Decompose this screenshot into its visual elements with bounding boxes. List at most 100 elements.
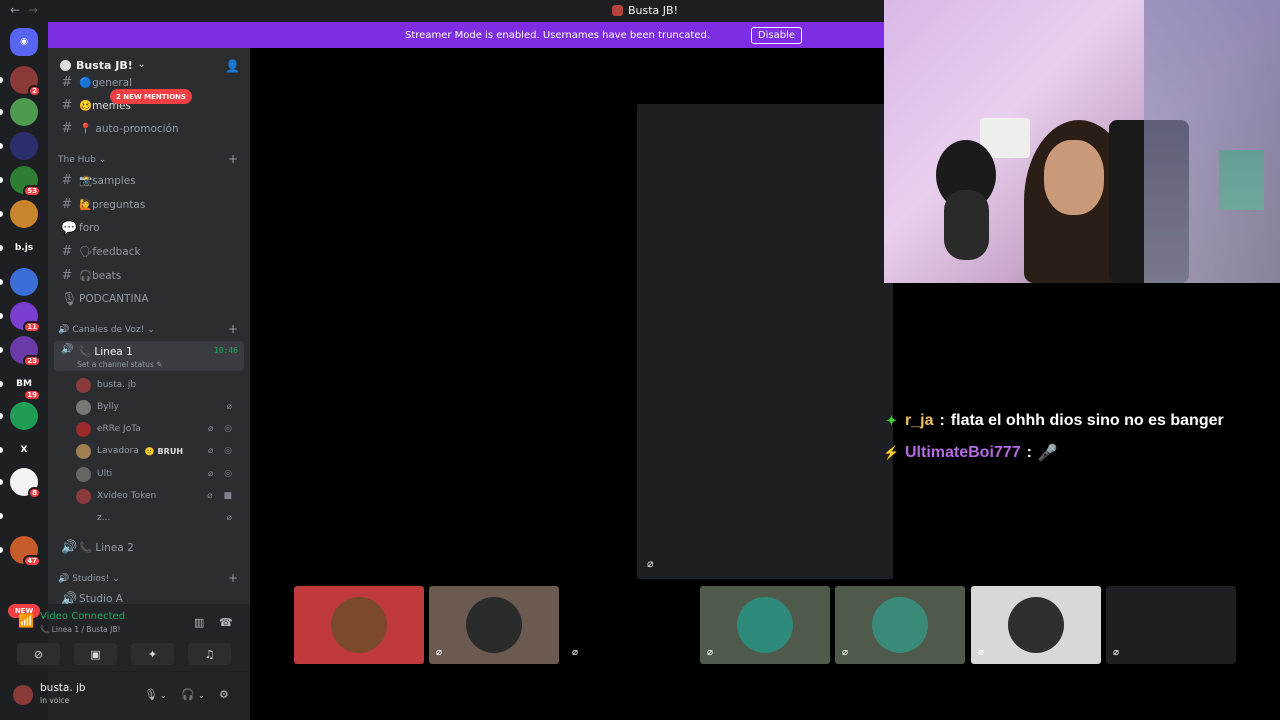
- create-channel-icon[interactable]: +: [228, 322, 238, 336]
- participant-tile[interactable]: ⌀: [971, 586, 1101, 664]
- category-the-hub[interactable]: The Hub ⌄: [58, 155, 106, 165]
- channel-emoji: 🗣: [79, 245, 93, 258]
- unread-pill: [0, 381, 3, 387]
- voice-user[interactable]: z... ⌀: [76, 508, 244, 528]
- channel-preguntas[interactable]: # 🙋preguntas: [56, 193, 244, 215]
- channel-name: beats: [92, 269, 122, 282]
- server-badge-icon: [60, 59, 71, 71]
- chevron-down-icon[interactable]: ⌄: [198, 691, 205, 700]
- call-timer: 10:46: [213, 346, 238, 355]
- discord-home-icon[interactable]: ◉: [10, 28, 38, 56]
- muted-mic-icon: ⌀: [572, 647, 579, 658]
- server-icon[interactable]: 11: [10, 302, 41, 333]
- create-channel-icon[interactable]: +: [228, 571, 238, 585]
- forward-icon[interactable]: →: [28, 3, 38, 17]
- channel-beats[interactable]: # 🎧beats: [56, 264, 244, 286]
- chat-separator: :: [939, 412, 945, 429]
- channel-samples[interactable]: # 📸samples: [56, 169, 244, 191]
- unread-pill: [0, 447, 3, 453]
- channel-feedback[interactable]: # 🗣feedback: [56, 240, 244, 262]
- server-icon[interactable]: [10, 502, 38, 530]
- voice-user[interactable]: Ulti ⌀ ◎: [76, 464, 244, 484]
- noise-suppression-icon[interactable]: ▥: [194, 616, 204, 629]
- new-mentions-pill[interactable]: 2 NEW MENTIONS: [110, 89, 192, 104]
- category-studios[interactable]: 🔊 Studios! ⌄: [58, 574, 120, 584]
- voice-user[interactable]: busta. jb: [76, 375, 244, 395]
- server-icon[interactable]: 53: [10, 166, 41, 197]
- voice-channel-linea-1[interactable]: 🔊 📞 Linea 1 10:46 Set a channel status ✎: [54, 341, 244, 371]
- voice-username: busta. jb: [97, 380, 137, 390]
- channel-emoji: 📸: [79, 174, 93, 187]
- category-voice[interactable]: 🔊 Canales de Voz! ⌄: [58, 325, 155, 335]
- participant-tile[interactable]: ⌀: [835, 586, 965, 664]
- disable-streamer-mode-button[interactable]: Disable: [750, 27, 802, 44]
- settings-icon[interactable]: ⚙: [219, 688, 229, 701]
- avatar: [872, 597, 928, 653]
- speaker-icon: 🔊: [58, 325, 70, 335]
- unread-pill: [0, 279, 3, 285]
- participant-tile[interactable]: ⌀: [429, 586, 559, 664]
- server-icon[interactable]: [10, 132, 38, 160]
- participant-tile[interactable]: [294, 586, 424, 664]
- soundboard-button[interactable]: ♫: [188, 643, 231, 665]
- server-icon[interactable]: 2: [10, 66, 41, 97]
- voice-status[interactable]: Video Connected: [40, 611, 125, 622]
- chevron-down-icon: ⌄: [98, 155, 107, 165]
- avatar: [76, 421, 91, 437]
- soundboard-icon: ♫: [204, 647, 215, 661]
- chevron-down-icon: ⌄: [137, 60, 146, 70]
- microphone-icon[interactable]: 🎙: [144, 688, 158, 701]
- channel-label: 📸samples: [79, 174, 136, 187]
- voice-user[interactable]: Xvideo Token ⌀ ■: [76, 486, 244, 506]
- hash-icon: #: [61, 74, 73, 90]
- voice-user[interactable]: Bylly ⌀: [76, 397, 244, 417]
- create-channel-icon[interactable]: +: [228, 152, 238, 166]
- server-icon[interactable]: b.js: [10, 234, 38, 262]
- server-icon[interactable]: 23: [10, 336, 41, 367]
- voice-channel-linea-2[interactable]: 🔊 📞 Linea 2: [56, 536, 244, 558]
- unread-pill: [0, 347, 3, 353]
- screen-share-button[interactable]: ▣: [74, 643, 117, 665]
- server-label: BM: [16, 379, 32, 389]
- channel-podcantina[interactable]: 🎙 PODCANTINA: [56, 288, 244, 310]
- participant-tile[interactable]: ⌀: [1106, 586, 1236, 664]
- avatar: [76, 488, 91, 504]
- screen-share-view[interactable]: [637, 104, 893, 579]
- chat-badge-icon: ⚡: [883, 445, 900, 460]
- participant-tile[interactable]: ⌀: [700, 586, 830, 664]
- streamer-mode-banner: Streamer Mode is enabled. Usernames have…: [48, 22, 884, 48]
- server-icon[interactable]: 47: [10, 536, 41, 567]
- participant-tile[interactable]: ⌀: [565, 586, 695, 664]
- avatar: [466, 597, 522, 653]
- channel-auto-promocion[interactable]: # 📍 auto-promoción: [56, 117, 244, 139]
- channel-label: 📞 Linea 2: [79, 541, 134, 554]
- chat-message: ⚡ UltimateBoi777: 🎤: [883, 437, 1280, 469]
- channel-label: 🗣feedback: [79, 245, 141, 258]
- voice-channel-path[interactable]: 📞 Linea 1 / Busta JB!: [40, 625, 121, 634]
- voice-user[interactable]: Lavadora 🙂 BRUH ⌀ ◎: [76, 441, 244, 461]
- server-icon[interactable]: [10, 402, 38, 430]
- avatar[interactable]: [13, 685, 33, 705]
- chevron-down-icon[interactable]: ⌄: [160, 691, 167, 700]
- headphones-icon[interactable]: 🎧: [181, 688, 195, 701]
- server-icon[interactable]: [10, 200, 38, 228]
- voice-user[interactable]: eRRe JoTa ⌀ ◎: [76, 419, 244, 439]
- activities-button[interactable]: ✦: [131, 643, 174, 665]
- channel-emoji: 🙋: [79, 198, 93, 211]
- camera-off-button[interactable]: ⊘: [17, 643, 60, 665]
- channel-status[interactable]: Set a channel status ✎: [77, 360, 162, 369]
- back-icon[interactable]: ←: [10, 3, 20, 17]
- channel-name: PODCANTINA: [79, 293, 149, 305]
- server-icon[interactable]: [10, 268, 38, 296]
- server-icon[interactable]: X: [10, 436, 38, 464]
- chevron-down-icon: ⌄: [147, 325, 155, 335]
- server-icon[interactable]: [10, 98, 38, 126]
- server-icon[interactable]: 8: [10, 468, 41, 499]
- signal-icon[interactable]: 📶: [18, 614, 34, 629]
- channel-label: 📍 auto-promoción: [79, 122, 179, 135]
- channel-foro[interactable]: 💬 foro: [56, 217, 244, 239]
- hash-icon: #: [61, 243, 73, 259]
- disconnect-icon[interactable]: ☎: [219, 616, 233, 629]
- username[interactable]: busta. jb: [40, 682, 86, 694]
- server-icon[interactable]: BM 19: [10, 370, 41, 401]
